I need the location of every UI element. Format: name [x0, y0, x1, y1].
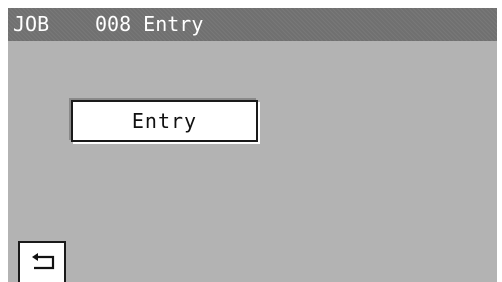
job-name: 008 Entry	[95, 12, 204, 36]
entry-button-label: Entry	[131, 109, 198, 133]
title-bar: JOB 008 Entry	[8, 8, 497, 41]
back-button[interactable]	[18, 241, 66, 282]
return-arrow-icon	[32, 253, 55, 270]
entry-button[interactable]: Entry	[71, 100, 258, 142]
job-screen: JOB 008 Entry Entry	[8, 8, 497, 282]
job-label: JOB	[13, 12, 50, 36]
